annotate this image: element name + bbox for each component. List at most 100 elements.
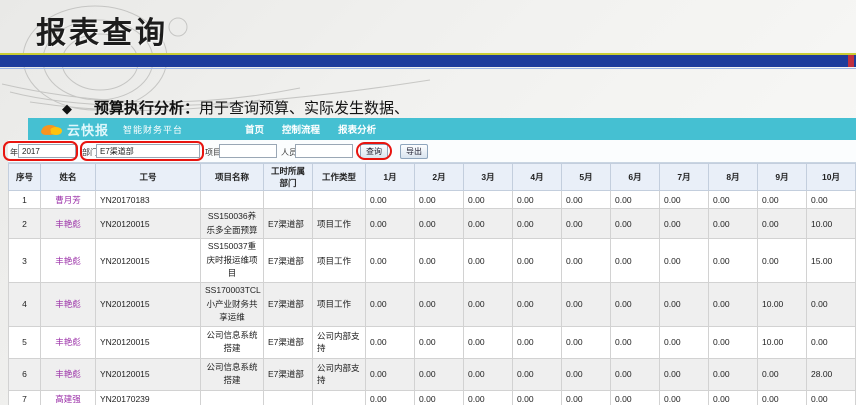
table-cell: 0.00	[414, 389, 464, 405]
table-cell: E7渠道部	[263, 207, 313, 240]
table-cell: E7渠道部	[263, 238, 313, 283]
table-cell: 0.00	[414, 238, 464, 283]
table-cell: 6	[8, 357, 41, 391]
table-cell: 0.00	[365, 325, 415, 359]
table-cell: E7渠道部	[263, 325, 313, 359]
app-logo-subtitle: 智能财务平台	[123, 124, 184, 135]
table-cell: 0.00	[610, 190, 660, 209]
year-input[interactable]	[18, 144, 76, 158]
slide-background: 报表查询 ◆ 预算执行分析：用于查询预算、实际发生数据、 云快报 智能财务平台 首…	[0, 0, 856, 405]
table-cell: 3	[8, 238, 41, 283]
table-cell: 28.00	[806, 357, 856, 391]
project-input[interactable]	[219, 144, 277, 158]
table-cell: 公司信息系统搭建	[200, 325, 264, 359]
nav-item[interactable]: 报表分析	[338, 122, 376, 136]
table-cell: 0.00	[659, 190, 709, 209]
table-cell: 0.00	[512, 190, 562, 209]
query-button[interactable]: 查询	[360, 144, 388, 159]
table-cell: 4	[8, 281, 41, 327]
employee-name-link[interactable]: 丰艳彪	[40, 281, 96, 327]
table-cell: 0.00	[708, 325, 758, 359]
table-cell	[312, 389, 366, 405]
table-row: 4 丰艳彪 YN20120015 SS170003TCL小产业财务共享运维 E7渠道部项…	[8, 281, 856, 327]
table-cell: 0.00	[806, 190, 856, 209]
table-cell: 0.00	[708, 190, 758, 209]
table-cell: 0.00	[414, 357, 464, 391]
table-cell: 0.00	[414, 325, 464, 359]
table-cell: 0.00	[806, 325, 856, 359]
table-cell: 公司内部支持	[312, 325, 366, 359]
column-header: 1月	[365, 163, 415, 191]
dept-input[interactable]	[96, 144, 200, 158]
table-cell: 项目工作	[312, 281, 366, 327]
table-cell: 0.00	[365, 281, 415, 327]
year-label: 年	[10, 148, 18, 157]
table-row: 2 丰艳彪 YN20120015 SS150036养乐多全面预算 E7渠道部 项目工作 0.…	[8, 207, 856, 240]
column-header: 4月	[512, 163, 562, 191]
table-cell: 0.00	[365, 389, 415, 405]
table-cell: 0.00	[757, 207, 807, 240]
column-header: 3月	[463, 163, 513, 191]
table-cell: 0.00	[659, 238, 709, 283]
table-cell	[200, 190, 264, 209]
employee-name-link[interactable]: 高建强	[40, 389, 96, 405]
table-cell: 0.00	[512, 357, 562, 391]
table-cell: 0.00	[463, 357, 513, 391]
table-cell: 0.00	[806, 389, 856, 405]
table-row: 7 高建强 YN20170239 0.00 0.00 0.00 0.00 0.00 0.00 0.…	[8, 389, 856, 405]
employee-name-link[interactable]: 丰艳彪	[40, 207, 96, 240]
table-cell: 1	[8, 190, 41, 209]
employee-name-link[interactable]: 丰艳彪	[40, 325, 96, 359]
employee-name-link[interactable]: 丰艳彪	[40, 238, 96, 283]
table-cell	[312, 190, 366, 209]
table-cell: 0.00	[365, 357, 415, 391]
table-cell: 0.00	[757, 190, 807, 209]
nav: 首页 控制流程 报表分析	[245, 122, 376, 136]
employee-name-link[interactable]: 丰艳彪	[40, 357, 96, 391]
table-cell	[200, 389, 264, 405]
column-header: 7月	[659, 163, 709, 191]
nav-item[interactable]: 控制流程	[282, 122, 320, 136]
table-cell: 0.00	[463, 190, 513, 209]
table-cell: 0.00	[610, 207, 660, 240]
table-cell: 0.00	[512, 207, 562, 240]
export-button[interactable]: 导出	[400, 144, 428, 159]
column-header: 序号	[8, 163, 41, 191]
report-table: 序号 姓名 工号 项目名称 工时所属部门 工作类型 1月 2月 3月 4月 5月 6月 7月 8月 9月 10…	[8, 163, 856, 405]
table-row: 1 曹月芳 YN20170183 0.00 0.00 0.00 0.00 0.00 0.00 0.…	[8, 190, 856, 209]
column-header: 8月	[708, 163, 758, 191]
table-cell: 0.00	[512, 325, 562, 359]
table-row: 3 丰艳彪 YN20120015 SS150037重庆时报运维项目 E7渠道部 项目工作 0…	[8, 238, 856, 283]
table-cell: 0.00	[659, 357, 709, 391]
table-cell: 项目工作	[312, 238, 366, 283]
table-cell: 0.00	[365, 207, 415, 240]
table-cell: YN20170183	[95, 190, 201, 209]
nav-item[interactable]: 首页	[245, 122, 264, 136]
table-cell: 0.00	[659, 207, 709, 240]
person-input[interactable]	[295, 144, 353, 158]
table-cell: 0.00	[610, 389, 660, 405]
table-cell: 0.00	[708, 357, 758, 391]
employee-name-link[interactable]: 曹月芳	[40, 190, 96, 209]
table-cell: 0.00	[610, 357, 660, 391]
table-cell: 0.00	[659, 389, 709, 405]
app-header-bar: 云快报 智能财务平台 首页 控制流程 报表分析	[28, 118, 856, 140]
table-cell: 10.00	[806, 207, 856, 240]
table-cell: 10.00	[757, 281, 807, 327]
table-cell: E7渠道部	[263, 281, 313, 327]
filter-bar: 年 部门 项目 人员 查询 导出	[8, 140, 856, 163]
table-cell: 0.00	[365, 190, 415, 209]
page-title: 报表查询	[36, 17, 168, 50]
table-cell: 0.00	[757, 238, 807, 283]
diamond-bullet-icon: ◆	[62, 101, 72, 116]
table-cell: 0.00	[365, 238, 415, 283]
table-cell: 2	[8, 207, 41, 240]
table-cell: 0.00	[806, 281, 856, 327]
divider-blue-bar	[0, 55, 856, 67]
table-header-row: 序号 姓名 工号 项目名称 工时所属部门 工作类型 1月 2月 3月 4月 5月 6月 7月 8月 9月 10…	[8, 163, 856, 191]
table-cell: 公司内部支持	[312, 357, 366, 391]
table-cell: 公司信息系统搭建	[200, 357, 264, 391]
table-cell: 0.00	[561, 325, 611, 359]
table-cell: 0.00	[708, 281, 758, 327]
table-cell: YN20170239	[95, 389, 201, 405]
